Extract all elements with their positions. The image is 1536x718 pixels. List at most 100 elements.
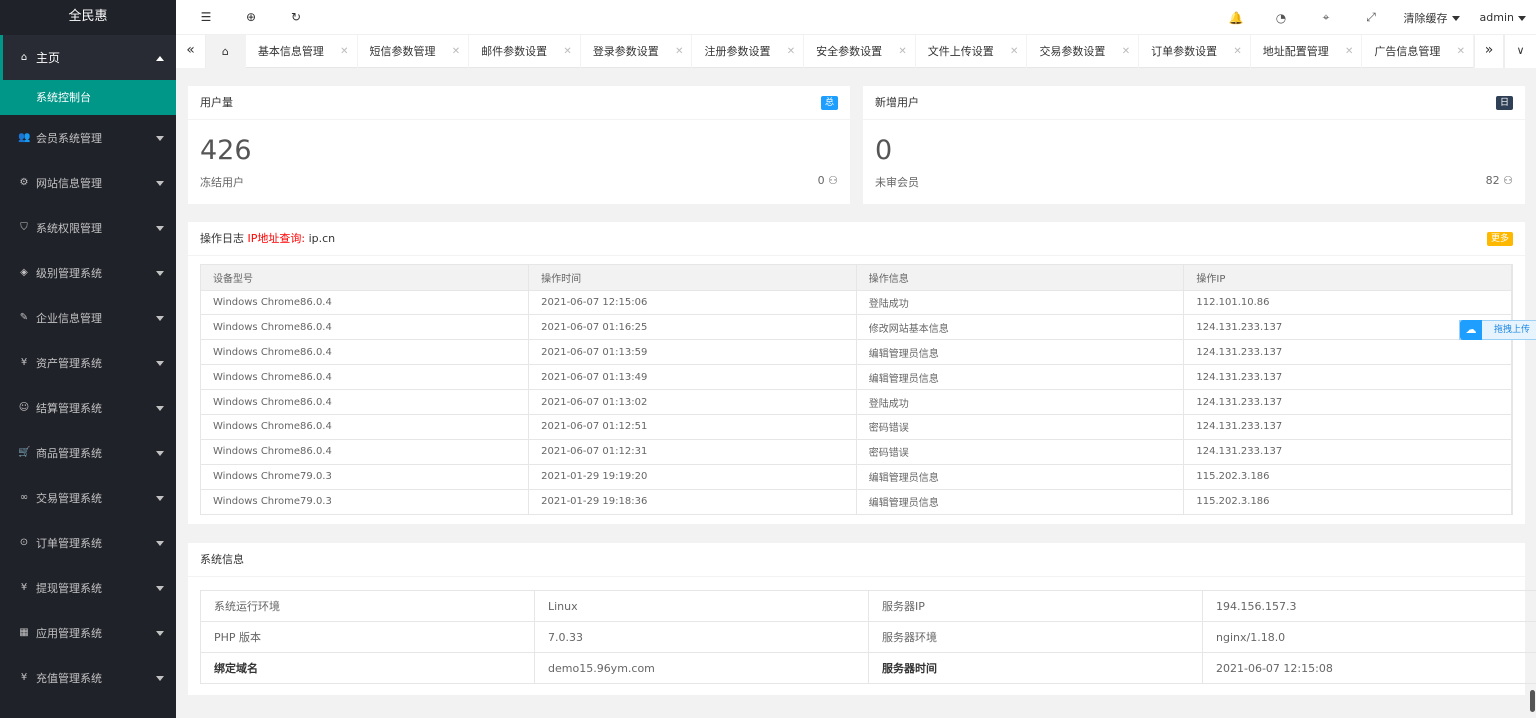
sidebar-item-12[interactable]: ¥ 充值管理系统 xyxy=(0,655,176,700)
tab-options-chevron-down-icon[interactable]: ∨ xyxy=(1504,35,1536,68)
table-cell: 115.202.3.186 xyxy=(1183,489,1512,514)
tab-label: 登录参数设置 xyxy=(592,45,659,58)
close-icon[interactable]: ✕ xyxy=(675,35,683,68)
close-icon[interactable]: ✕ xyxy=(563,35,571,68)
sidebar-item-4[interactable]: ✎ 企业信息管理 xyxy=(0,295,176,340)
fullscreen-icon[interactable]: ⤢ xyxy=(1349,10,1394,25)
tab-7[interactable]: 交易参数设置 ✕ xyxy=(1027,35,1140,68)
close-icon[interactable]: ✕ xyxy=(898,35,906,68)
clear-cache-label: 清除缓存 xyxy=(1403,11,1448,25)
drag-upload-button[interactable]: ☁ 拖拽上传 xyxy=(1459,320,1536,340)
sidebar-subitem-console[interactable]: 系统控制台 xyxy=(0,80,176,115)
app-logo: 全民惠 xyxy=(0,0,176,35)
globe-icon[interactable]: ⊕ xyxy=(243,9,259,25)
tab-6[interactable]: 文件上传设置 ✕ xyxy=(916,35,1028,68)
frozen-users-label: 冻结用户 xyxy=(200,176,244,189)
table-cell: 修改网站基本信息 xyxy=(856,314,1185,341)
tab-10[interactable]: 广告信息管理 ✕ xyxy=(1362,35,1474,68)
user-count-card: 用户量 总 426 冻结用户 0 ⚇ xyxy=(188,86,850,204)
tab-4[interactable]: 注册参数设置 ✕ xyxy=(692,35,805,68)
ip-query-link[interactable]: IP地址查询: xyxy=(248,232,306,245)
ip-site-link[interactable]: ip.cn xyxy=(309,232,336,245)
tab-8[interactable]: 订单参数设置 ✕ xyxy=(1139,35,1251,68)
close-icon[interactable]: ✕ xyxy=(787,35,795,68)
tab-9[interactable]: 地址配置管理 ✕ xyxy=(1251,35,1363,68)
close-icon[interactable]: ✕ xyxy=(340,35,348,68)
refresh-icon[interactable]: ↻ xyxy=(288,9,304,25)
chevron-down-icon xyxy=(156,360,164,366)
card-header: 系统信息 xyxy=(188,543,1525,577)
sidebar-item-10[interactable]: ¥ 提现管理系统 xyxy=(0,565,176,610)
tab-5[interactable]: 安全参数设置 ✕ xyxy=(804,35,916,68)
sidebar-item-1[interactable]: ⚙ 网站信息管理 xyxy=(0,160,176,205)
table-cell: 2021-06-07 01:13:49 xyxy=(528,364,857,391)
sidebar-item-5[interactable]: ¥ 资产管理系统 xyxy=(0,340,176,385)
table-cell: 服务器环境 xyxy=(868,621,1203,653)
close-icon[interactable]: ✕ xyxy=(1345,35,1353,68)
column-header: 操作IP xyxy=(1183,265,1512,291)
tab-1[interactable]: 短信参数管理 ✕ xyxy=(358,35,470,68)
shield-icon: ⛉ xyxy=(20,222,28,233)
table-row: Windows Chrome86.0.4 2021-06-07 01:16:25 修… xyxy=(201,314,1512,341)
dashboard-icon[interactable]: ◔ xyxy=(1259,11,1304,25)
tab-2[interactable]: 邮件参数设置 ✕ xyxy=(469,35,581,68)
column-header: 操作信息 xyxy=(856,265,1185,291)
table-cell: 登陆成功 xyxy=(856,389,1185,415)
table-cell: 2021-01-29 19:19:20 xyxy=(528,464,857,490)
table-cell: Windows Chrome86.0.4 xyxy=(201,364,530,391)
table-cell: Windows Chrome86.0.4 xyxy=(201,414,530,440)
menu-toggle-icon[interactable]: ☰ xyxy=(198,9,214,25)
scrollbar[interactable] xyxy=(1530,690,1535,712)
edit-icon: ✎ xyxy=(19,312,29,323)
more-badge[interactable]: 更多 xyxy=(1486,232,1513,246)
bell-icon[interactable]: 🔔 xyxy=(1214,11,1259,25)
sidebar-menu: 👥 会员系统管理 ⚙ 网站信息管理 ⛉ 系统权限管理 ◈ 级别管理系统 ✎ 企业信息管理 ¥ 资产管理… xyxy=(0,115,176,700)
location-icon: ⊙ xyxy=(19,537,29,548)
close-icon[interactable]: ✕ xyxy=(452,35,460,68)
pending-members-row: 未审会员 82 ⚇ xyxy=(863,168,1525,196)
frozen-users-row: 冻结用户 0 ⚇ xyxy=(188,168,850,196)
sidebar-item-label: 网站信息管理 xyxy=(36,176,102,190)
sidebar-item-9[interactable]: ⊙ 订单管理系统 xyxy=(0,520,176,565)
sidebar-item-home[interactable]: ⌂ 主页 xyxy=(0,35,176,80)
yen-icon: ¥ xyxy=(20,357,28,368)
table-header-row: 设备型号 操作时间 操作信息 操作IP xyxy=(201,265,1512,291)
tab-scroll-right-icon[interactable]: » xyxy=(1474,35,1504,68)
table-row: Windows Chrome79.0.3 2021-01-29 19:18:36 编… xyxy=(201,489,1512,514)
tag-icon[interactable]: ⌖ xyxy=(1304,10,1349,25)
home-icon: ⌂ xyxy=(20,52,28,63)
tab-0[interactable]: 基本信息管理 ✕ xyxy=(246,35,358,68)
table-row: Windows Chrome86.0.4 2021-06-07 01:12:51 密… xyxy=(201,414,1512,440)
pending-members-label: 未审会员 xyxy=(875,176,919,189)
sidebar-item-7[interactable]: 🛒 商品管理系统 xyxy=(0,430,176,475)
table-row: 绑定域名 demo15.96ym.com 服务器时间 2021-06-07 12:15… xyxy=(200,652,1536,684)
sidebar-item-6[interactable]: ☺ 结算管理系统 xyxy=(0,385,176,430)
pending-members-value: 82 xyxy=(1485,174,1500,187)
tab-home[interactable]: ⌂ xyxy=(206,35,246,68)
sidebar-item-3[interactable]: ◈ 级别管理系统 xyxy=(0,250,176,295)
pending-members-count: 82 ⚇ xyxy=(1486,174,1513,187)
tab-3[interactable]: 登录参数设置 ✕ xyxy=(581,35,693,68)
close-icon[interactable]: ✕ xyxy=(1233,35,1241,68)
table-cell: Windows Chrome79.0.3 xyxy=(201,489,530,514)
close-icon[interactable]: ✕ xyxy=(1010,35,1018,68)
user-menu[interactable]: admin xyxy=(1470,11,1536,24)
sidebar-item-2[interactable]: ⛉ 系统权限管理 xyxy=(0,205,176,250)
user-name: admin xyxy=(1479,11,1514,24)
table-cell: Windows Chrome79.0.3 xyxy=(201,464,530,490)
sidebar-item-11[interactable]: ▦ 应用管理系统 xyxy=(0,610,176,655)
table-cell: Windows Chrome86.0.4 xyxy=(201,339,530,366)
sidebar-item-0[interactable]: 👥 会员系统管理 xyxy=(0,115,176,160)
table-cell: 2021-06-07 12:15:08 xyxy=(1202,652,1536,684)
user-icon: ⚇ xyxy=(828,174,838,187)
sidebar-item-label: 系统权限管理 xyxy=(36,221,102,235)
close-icon[interactable]: ✕ xyxy=(1122,35,1130,68)
sidebar-item-8[interactable]: ∞ 交易管理系统 xyxy=(0,475,176,520)
tab-scroll-left-icon[interactable]: « xyxy=(176,35,206,68)
chevron-down-icon xyxy=(156,585,164,591)
table-row: Windows Chrome86.0.4 2021-06-07 12:15:06 登… xyxy=(201,290,1512,316)
close-icon[interactable]: ✕ xyxy=(1457,35,1465,68)
sidebar-item-label: 主页 xyxy=(36,51,61,65)
drag-upload-label: 拖拽上传 xyxy=(1494,325,1531,335)
clear-cache-menu[interactable]: 清除缓存 xyxy=(1394,10,1470,26)
